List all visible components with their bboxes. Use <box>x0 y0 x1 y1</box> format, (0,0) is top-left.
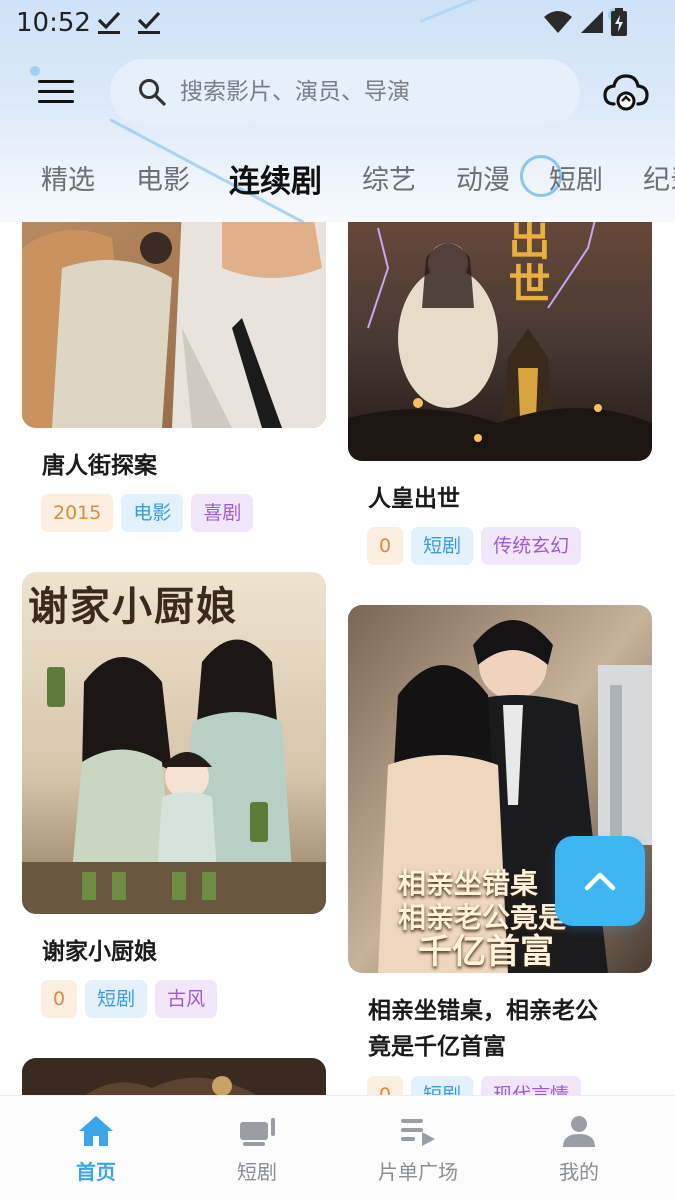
tab-variety[interactable]: 综艺 <box>362 158 416 197</box>
genre-tag: 现代言情 <box>481 1076 582 1095</box>
profile-icon <box>563 1116 595 1147</box>
top-header: 10:52 搜索影片、演员、导演 精选 电影 连续剧 综艺 动漫 短剧 纪 <box>0 0 675 222</box>
nav-short-drama[interactable]: 短剧 <box>197 1114 317 1185</box>
poster-title-text: 谢家小厨娘 <box>28 583 238 630</box>
tag-list: 0 短剧 古风 <box>41 980 218 1018</box>
nav-label: 片单广场 <box>378 1160 458 1184</box>
genre-tag: 古风 <box>155 980 218 1018</box>
tab-short-drama[interactable]: 短剧 <box>549 158 603 197</box>
year-tag: 0 <box>367 527 404 565</box>
content-feed[interactable]: 唐人街探案 2015 电影 喜剧 出世 人皇出世 0 短剧 传统玄幻 谢家小厨娘… <box>0 222 675 1095</box>
poster-image[interactable]: 出世 <box>348 222 652 461</box>
nav-label: 首页 <box>76 1160 116 1184</box>
status-bar: 10:52 <box>0 0 675 46</box>
poster-image[interactable] <box>22 222 326 428</box>
poster-text-line: 相亲老公竟是 <box>398 901 567 934</box>
search-input[interactable] <box>180 79 540 105</box>
status-time: 10:52 <box>16 8 91 38</box>
bottom-navigation: 首页 短剧 片单广场 我的 <box>0 1095 675 1200</box>
card-title[interactable]: 唐人街探案 <box>42 448 157 484</box>
nav-label: 我的 <box>559 1160 599 1184</box>
scroll-to-top-button[interactable] <box>555 836 645 926</box>
tab-movies[interactable]: 电影 <box>136 158 190 197</box>
decor-dot <box>30 66 40 76</box>
poster-title-text: 出世 <box>502 222 551 306</box>
tab-series[interactable]: 连续剧 <box>229 156 322 201</box>
search-bar[interactable] <box>110 59 580 125</box>
genre-tag: 喜剧 <box>191 494 254 532</box>
poster-text-line: 相亲坐错桌 <box>398 867 539 900</box>
card-title-line: 竟是千亿首富 <box>368 1034 506 1060</box>
drama-card[interactable] <box>22 1058 326 1095</box>
short-drama-icon <box>240 1118 275 1146</box>
cellular-signal-icon <box>581 11 603 33</box>
type-tag: 短剧 <box>411 1076 474 1095</box>
cloud-sync-icon[interactable] <box>602 70 650 114</box>
poster-image[interactable] <box>22 1058 326 1095</box>
poster-image[interactable]: 谢家小厨娘 <box>22 572 326 914</box>
year-tag: 0 <box>41 980 78 1018</box>
category-tabs: 精选 电影 连续剧 综艺 动漫 短剧 纪录片 <box>0 158 675 208</box>
card-title[interactable]: 相亲坐错桌，相亲老公 竟是千亿首富 <box>368 993 648 1065</box>
home-icon <box>79 1116 113 1146</box>
tag-list: 0 短剧 现代言情 <box>367 1076 582 1095</box>
type-tag: 电影 <box>121 494 184 532</box>
type-tag: 短剧 <box>411 527 474 565</box>
year-tag: 0 <box>367 1076 404 1095</box>
tab-anime[interactable]: 动漫 <box>456 158 510 197</box>
drama-card[interactable]: 出世 人皇出世 0 短剧 传统玄幻 <box>348 222 652 567</box>
tag-list: 0 短剧 传统玄幻 <box>367 527 582 565</box>
chevron-up-icon <box>584 872 616 891</box>
card-title[interactable]: 人皇出世 <box>368 481 460 517</box>
card-title[interactable]: 谢家小厨娘 <box>42 934 157 970</box>
nav-profile[interactable]: 我的 <box>519 1114 639 1185</box>
type-tag: 短剧 <box>85 980 148 1018</box>
nav-label: 短剧 <box>237 1160 277 1184</box>
poster-text-line: 千亿首富 <box>418 932 554 972</box>
tab-documentary[interactable]: 纪录片 <box>643 158 675 197</box>
drama-card[interactable]: 谢家小厨娘 谢家小厨娘 0 短剧 古风 <box>22 572 326 1042</box>
genre-tag: 传统玄幻 <box>481 527 582 565</box>
tab-featured[interactable]: 精选 <box>41 158 95 197</box>
year-tag: 2015 <box>41 494 114 532</box>
card-title-line: 相亲坐错桌，相亲老公 <box>368 998 598 1024</box>
poster-title-text: 相亲坐错桌 相亲老公竟是 千亿首富 <box>398 867 566 969</box>
nav-home[interactable]: 首页 <box>36 1114 156 1185</box>
battery-charging-icon <box>611 8 627 36</box>
menu-button[interactable] <box>38 80 74 106</box>
status-icons <box>543 8 627 36</box>
tag-list: 2015 电影 喜剧 <box>41 494 254 532</box>
nav-playlist-square[interactable]: 片单广场 <box>358 1114 478 1185</box>
download-done-icon <box>97 11 121 34</box>
wifi-icon <box>544 11 572 33</box>
playlist-icon <box>401 1119 435 1146</box>
search-icon <box>139 79 166 106</box>
download-done-icon <box>137 11 161 34</box>
drama-card[interactable]: 唐人街探案 2015 电影 喜剧 <box>22 222 326 542</box>
